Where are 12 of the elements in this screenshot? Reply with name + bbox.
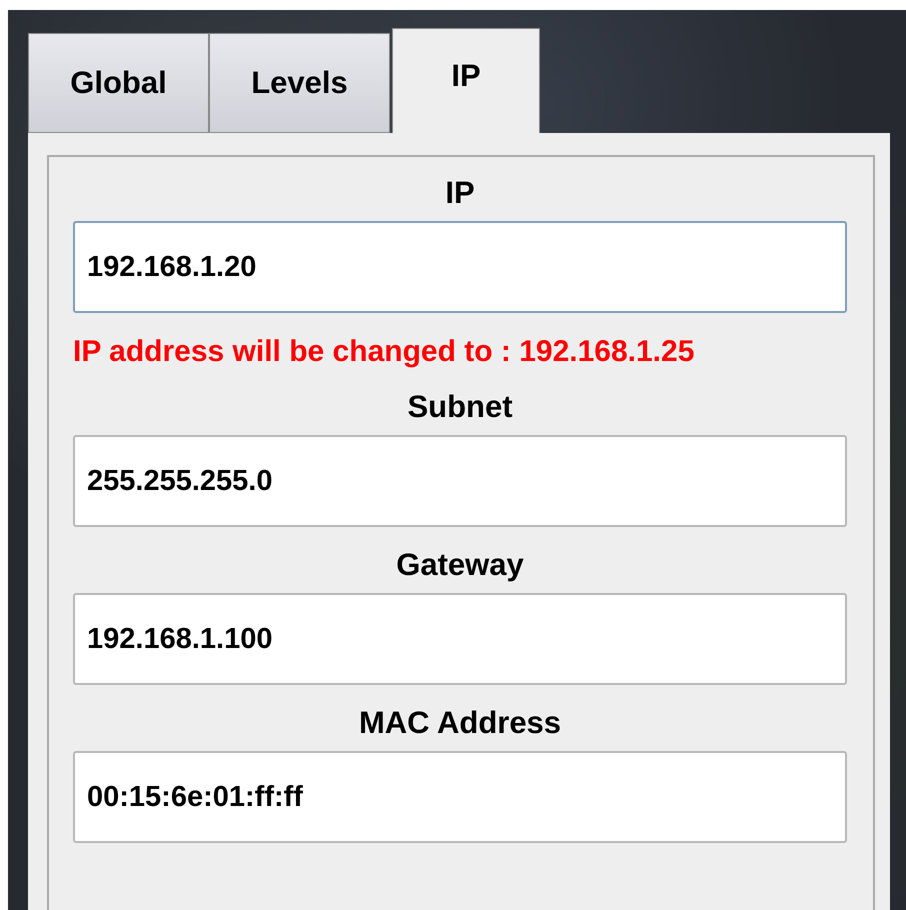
field-label: Subnet	[407, 389, 513, 425]
field-label: Gateway	[396, 547, 524, 583]
tab[interactable]: IP	[392, 28, 540, 133]
warning-text: IP address will be changed to : 192.168.1.25	[73, 335, 694, 369]
text-field[interactable]: 192.168.1.20	[73, 221, 847, 313]
text-field[interactable]: 192.168.1.100	[73, 593, 847, 685]
tab[interactable]: Global	[28, 33, 209, 133]
field-label: MAC Address	[358, 705, 562, 741]
tab[interactable]: Levels	[209, 33, 390, 133]
text-field[interactable]: 255.255.255.0	[73, 435, 847, 527]
text-field[interactable]: 00:15:6e:01:ff:ff	[73, 751, 847, 843]
field-label: IP	[445, 175, 475, 211]
